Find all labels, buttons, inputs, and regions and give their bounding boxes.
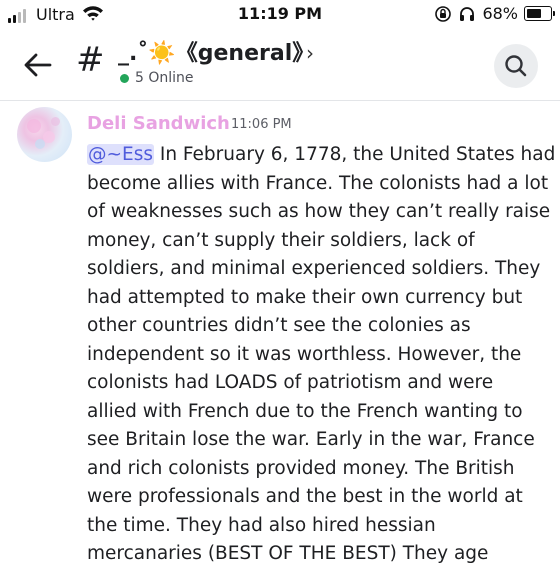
message-line: were professionals and the best in the w… (87, 486, 523, 507)
message-timestamp: 11:06 PM (231, 117, 292, 132)
status-bar: Ultra 11:19 PM 68% (0, 0, 560, 30)
headphones-icon (460, 6, 475, 21)
message-line: allied with French due to the French wan… (87, 400, 523, 422)
message-line: of weaknesses such as how they can’t rea… (87, 201, 551, 222)
battery-icon (524, 6, 555, 21)
chevron-right-icon[interactable]: › (306, 41, 314, 65)
message-line: money, can’t supply their soldiers, lack… (87, 229, 475, 251)
status-right: 68% (434, 4, 555, 23)
search-icon (505, 55, 527, 77)
orientation-lock-icon (435, 5, 452, 22)
battery-percent: 68% (482, 4, 518, 23)
message-line: colonists had LOADS of patriotism and we… (87, 372, 494, 393)
message-line: and rich colonists provided money. The B… (87, 457, 515, 479)
hash-icon: # (76, 40, 105, 80)
back-arrow-icon[interactable] (22, 52, 54, 78)
message-line: other countries didn’t see the colonies … (87, 315, 471, 336)
message-line: see Britain lose the war. Early in the w… (87, 429, 535, 450)
channel-header: # _.˚☀️《general》 › 5 Online (0, 30, 560, 101)
avatar[interactable] (17, 107, 72, 162)
message-content: @~Ess In February 6, 1778, the United St… (87, 141, 557, 569)
message-author[interactable]: Deli Sandwich (87, 113, 230, 134)
message-line: @~Ess In February 6, 1778, the United St… (87, 144, 556, 165)
online-status: 5 Online (120, 70, 194, 86)
online-dot (120, 73, 129, 83)
message-line: had attempted to make their own currency… (87, 286, 523, 308)
user-mention[interactable]: @~Ess (87, 144, 154, 165)
message-line: the time. They had also hired hessian (87, 514, 436, 536)
message-line: mercanaries (BEST OF THE BEST) They age (87, 543, 489, 564)
channel-name[interactable]: _.˚☀️《general》 (118, 35, 314, 67)
message-line: become allies with France. The colonists… (87, 172, 549, 194)
online-count: 5 Online (135, 70, 194, 86)
message-line: independent so it was worthless. However… (87, 343, 522, 365)
search-button[interactable] (494, 44, 538, 88)
message-line: soldiers, and minimal experienced soldie… (87, 258, 541, 279)
battery-level (527, 9, 541, 18)
